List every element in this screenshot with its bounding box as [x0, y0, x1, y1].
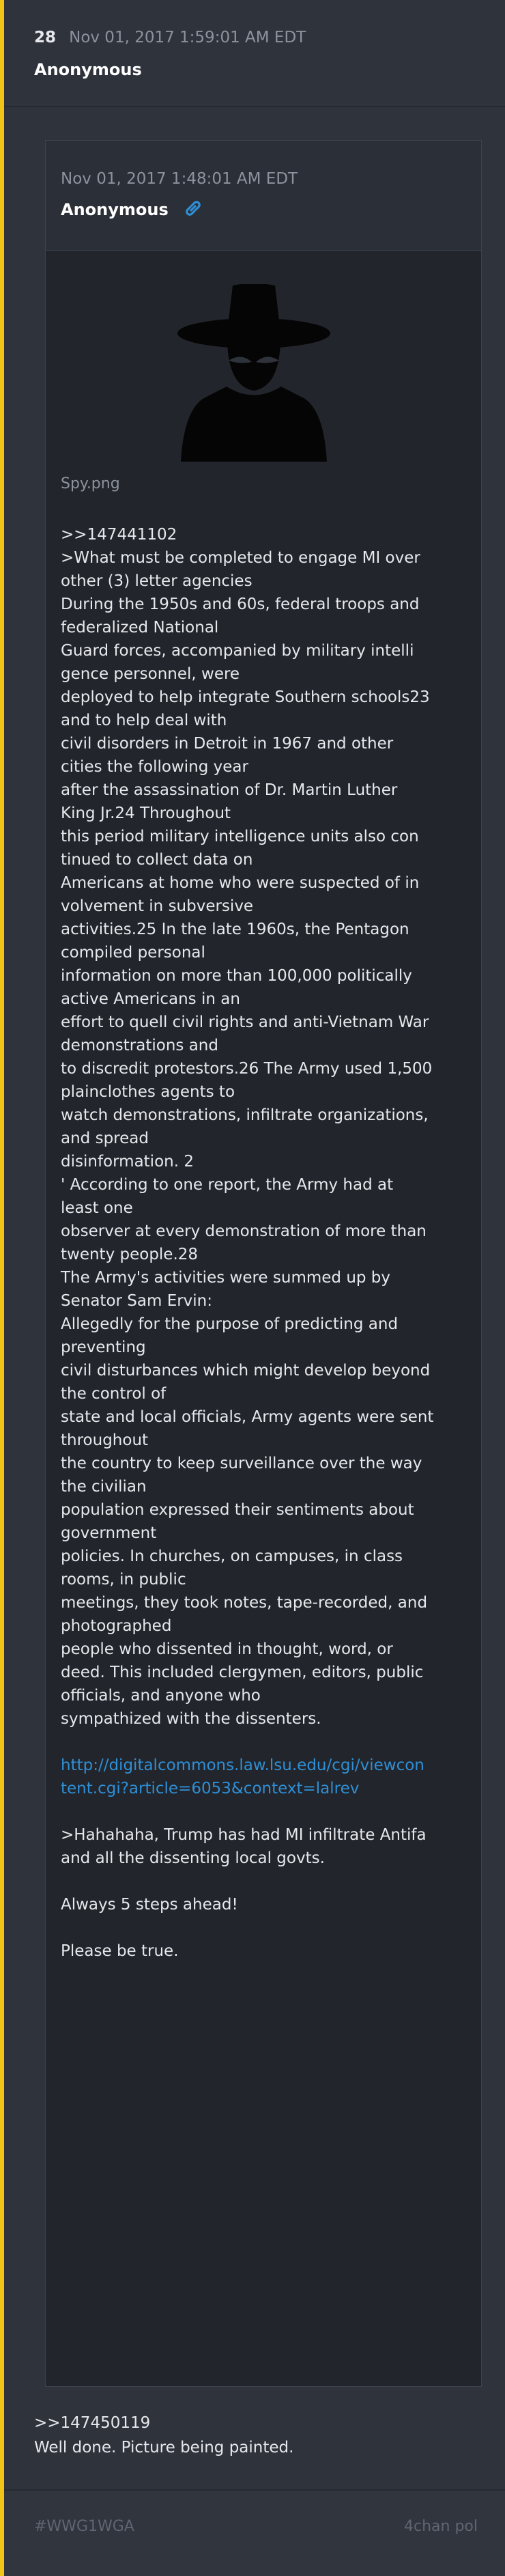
body-line: and to help deal with	[61, 712, 227, 729]
body-line: the country to keep surveillance over th…	[61, 1455, 422, 1472]
body-line: observer at every demonstration of more …	[61, 1222, 427, 1240]
body-line: During the 1950s and 60s, federal troops…	[61, 596, 420, 613]
body-line: disinformation. 2	[61, 1153, 194, 1171]
body-line: throughout	[61, 1431, 149, 1449]
body-line: other (3) letter agencies	[61, 572, 252, 590]
post-card: 28 Nov 01, 2017 1:59:01 AM EDT Anonymous…	[0, 0, 505, 2576]
post-header: 28 Nov 01, 2017 1:59:01 AM EDT	[34, 29, 306, 46]
body-line: Please be true.	[61, 1942, 179, 1960]
body-line: civil disturbances which might develop b…	[61, 1362, 431, 1380]
body-line: and spread	[61, 1130, 149, 1147]
body-line: plainclothes agents to	[61, 1083, 235, 1101]
body-line: King Jr.24 Throughout	[61, 804, 231, 822]
body-line: >What must be completed to engage MI ove…	[61, 549, 420, 567]
body-line: least one	[61, 1199, 133, 1217]
body-line: state and local officials, Army agents w…	[61, 1408, 434, 1426]
body-line: meetings, they took notes, tape-recorded…	[61, 1594, 428, 1612]
body-line: after the assassination of Dr. Martin Lu…	[61, 781, 398, 799]
body-line: tinued to collect data on	[61, 851, 253, 869]
hashtag: #WWG1WGA	[34, 2518, 134, 2535]
body-line: Always 5 steps ahead!	[61, 1896, 238, 1914]
body-line: twenty people.28	[61, 1246, 199, 1263]
body-line: >>147441102	[61, 526, 177, 544]
post-footer: #WWG1WGA 4chan pol	[4, 2491, 505, 2576]
body-line: cities the following year	[61, 758, 248, 776]
body-line: Guard forces, accompanied by military in…	[61, 642, 414, 660]
body-line: rooms, in public	[61, 1571, 186, 1588]
attachment-filename[interactable]: Spy.png	[61, 475, 120, 492]
body-line: government	[61, 1524, 157, 1542]
reply-text: Well done. Picture being painted.	[34, 2439, 294, 2456]
body-line: Allegedly for the purpose of predicting …	[61, 1315, 399, 1333]
body-line: Americans at home who were suspected of …	[61, 874, 420, 892]
body-line: population expressed their sentiments ab…	[61, 1501, 414, 1519]
body-line: >Hahahaha, Trump has had MI infiltrate A…	[61, 1826, 427, 1844]
body-line: federalized National	[61, 619, 219, 636]
quoted-post-date: Nov 01, 2017 1:48:01 AM EDT	[61, 170, 298, 188]
body-line: officials, and anyone who	[61, 1687, 261, 1705]
source-link[interactable]: tent.cgi?article=6053&context=lalrev	[61, 1777, 470, 1800]
body-line: activities.25 In the late 1960s, the Pen…	[61, 921, 409, 938]
body-line: deed. This included clergymen, editors, …	[61, 1664, 424, 1681]
body-line: compiled personal	[61, 944, 205, 962]
body-line: active Americans in an	[61, 990, 240, 1008]
body-line: information on more than 100,000 politic…	[61, 967, 412, 985]
body-line: watch demonstrations, infiltrate organiz…	[61, 1106, 429, 1124]
quoted-post: Nov 01, 2017 1:48:01 AM EDT Anonymous Sp…	[45, 140, 482, 2387]
quoted-post-body: >>147441102 >What must be completed to e…	[61, 523, 470, 1963]
body-line: Senator Sam Ervin:	[61, 1292, 213, 1310]
post-body: >>147450119 Well done. Picture being pai…	[34, 2411, 293, 2460]
source-link-line-1[interactable]: http://digitalcommons.law.lsu.edu/cgi/vi…	[61, 1756, 424, 1774]
source-link-line-2[interactable]: tent.cgi?article=6053&context=lalrev	[61, 1780, 359, 1797]
link-icon[interactable]	[182, 198, 204, 219]
body-line: deployed to help integrate Southern scho…	[61, 688, 430, 706]
body-line: ' According to one report, the Army had …	[61, 1176, 394, 1194]
header-divider	[4, 106, 505, 107]
body-line: The Army's activities were summed up by	[61, 1269, 391, 1287]
quoted-post-author: Anonymous	[61, 200, 169, 219]
board-label: 4chan pol	[404, 2518, 478, 2535]
body-line: effort to quell civil rights and anti-Vi…	[61, 1013, 429, 1031]
body-line: demonstrations and	[61, 1037, 218, 1054]
body-line: to discredit protestors.26 The Army used…	[61, 1060, 433, 1078]
body-line: people who dissented in thought, word, o…	[61, 1640, 393, 1658]
body-line: and all the dissenting local govts.	[61, 1849, 325, 1867]
reply-reference: >>147450119	[34, 2414, 151, 2432]
body-line: photographed	[61, 1617, 172, 1635]
post-number: 28	[34, 29, 57, 46]
source-link[interactable]: http://digitalcommons.law.lsu.edu/cgi/vi…	[61, 1754, 470, 1777]
body-line: volvement in subversive	[61, 897, 254, 915]
body-line: the control of	[61, 1385, 167, 1403]
spy-icon[interactable]	[175, 284, 332, 462]
body-line: this period military intelligence units …	[61, 828, 419, 845]
body-line: gence personnel, were	[61, 665, 240, 683]
quoted-post-header: Nov 01, 2017 1:48:01 AM EDT Anonymous	[46, 141, 481, 251]
body-line: civil disorders in Detroit in 1967 and o…	[61, 735, 394, 753]
body-line: the civilian	[61, 1478, 147, 1496]
post-date: Nov 01, 2017 1:59:01 AM EDT	[69, 29, 306, 46]
body-line: preventing	[61, 1339, 146, 1356]
body-line: policies. In churches, on campuses, in c…	[61, 1548, 403, 1565]
body-line: sympathized with the dissenters.	[61, 1710, 321, 1728]
post-author: Anonymous	[34, 60, 142, 79]
